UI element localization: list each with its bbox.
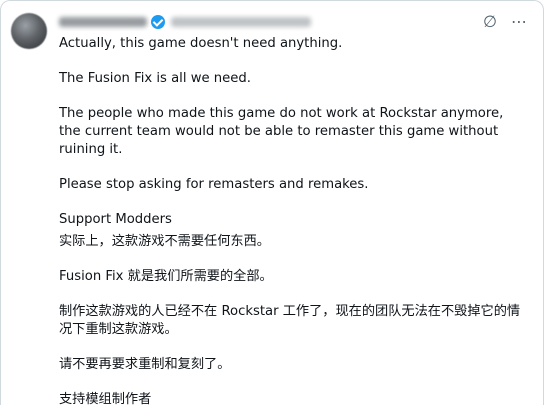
author-handle-redacted[interactable] — [171, 17, 311, 27]
tweet-header: ∅ ⋯ — [59, 13, 533, 33]
paragraph-8: 制作这款游戏的人已经不在 Rockstar 工作了，现在的团队无法在不毁掉它的情… — [59, 304, 521, 337]
tweet-actions: ∅ ⋯ — [483, 13, 527, 31]
tweet-text: Actually, this game doesn't need anythin… — [59, 35, 527, 405]
avatar[interactable] — [11, 13, 47, 49]
paragraph-6: 实际上，这款游戏不需要任何东西。 — [59, 234, 270, 249]
paragraph-3: The people who made this game do not wor… — [59, 106, 504, 157]
paragraph-2: The Fusion Fix is all we need. — [59, 71, 251, 86]
verified-badge-icon[interactable] — [151, 15, 165, 29]
paragraph-5: Support Modders — [59, 212, 172, 227]
paragraph-1: Actually, this game doesn't need anythin… — [59, 36, 343, 51]
more-options-icon[interactable]: ⋯ — [511, 13, 527, 31]
author-name-redacted[interactable] — [59, 17, 147, 27]
tweet-card[interactable]: ∅ ⋯ Actually, this game doesn't need any… — [0, 0, 544, 405]
paragraph-4: Please stop asking for remasters and rem… — [59, 177, 369, 192]
paragraph-7: Fusion Fix 就是我们所需要的全部。 — [59, 269, 273, 284]
no-translate-icon[interactable]: ∅ — [483, 13, 497, 31]
paragraph-10: 支持模组制作者 — [59, 392, 152, 405]
paragraph-9: 请不要再要求重制和复刻了。 — [59, 357, 231, 372]
